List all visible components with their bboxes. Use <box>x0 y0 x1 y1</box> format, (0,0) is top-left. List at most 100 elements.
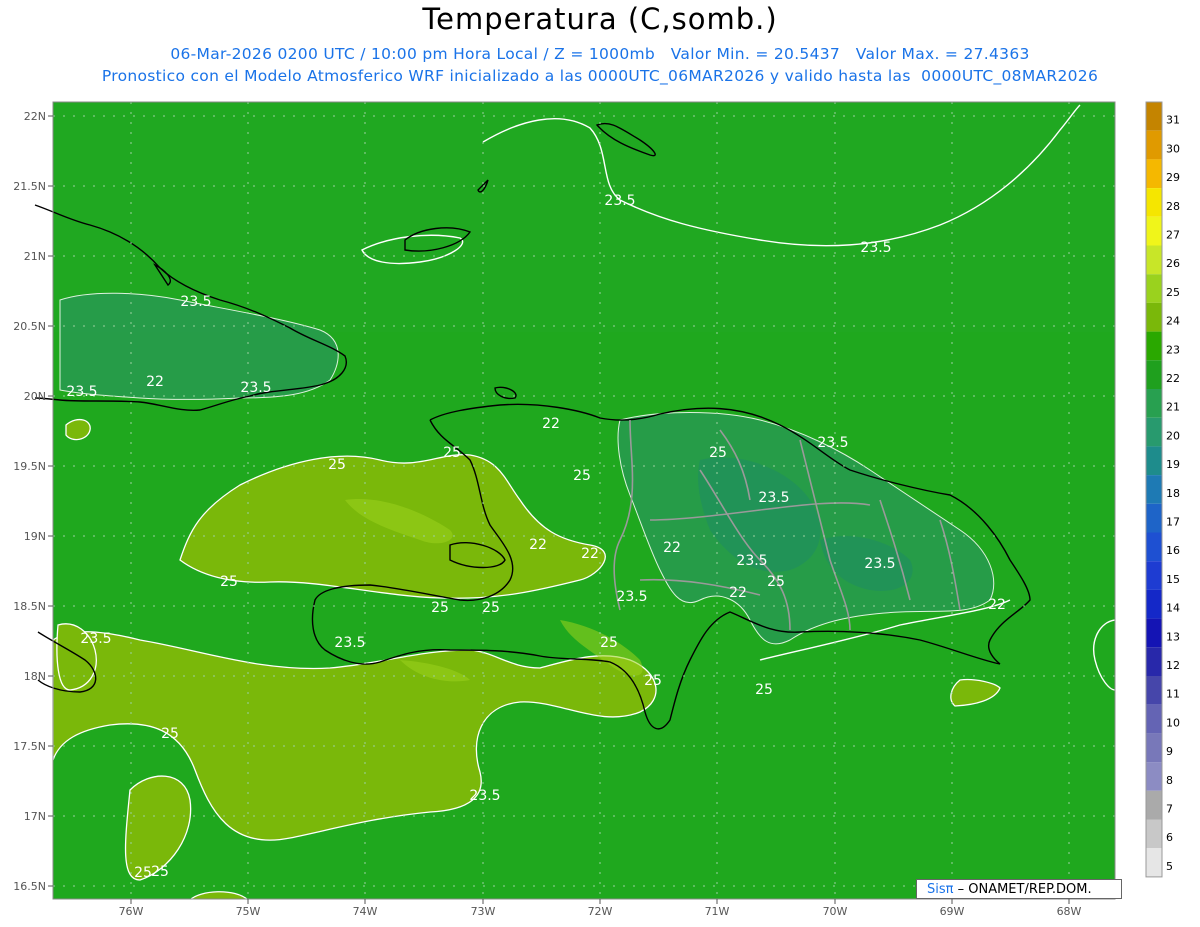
colorbar-swatch <box>1146 389 1162 418</box>
contour-label: 23.5 <box>860 240 891 256</box>
colorbar-swatch <box>1146 532 1162 562</box>
lon-tick-label: 69W <box>940 905 965 918</box>
contour-label: 25 <box>709 445 727 461</box>
contour-label: 25 <box>431 600 449 616</box>
lat-tick-label: 19N <box>24 530 46 543</box>
colorbar-label: 6 <box>1166 831 1173 844</box>
contour-label: 22 <box>146 374 164 390</box>
colorbar-swatch <box>1146 561 1162 590</box>
contour-label: 25 <box>134 865 152 881</box>
contour-label: 22 <box>663 540 681 556</box>
contour-label: 23.5 <box>334 635 365 651</box>
contour-label: 25 <box>220 574 238 590</box>
colorbar-label: 24 <box>1166 315 1180 328</box>
contour-label: 22 <box>581 546 599 562</box>
colorbar-label: 23 <box>1166 343 1180 356</box>
colorbar-swatch <box>1146 733 1162 763</box>
colorbar-label: 28 <box>1166 200 1180 213</box>
lon-tick-label: 68W <box>1057 905 1082 918</box>
colorbar-label: 20 <box>1166 429 1180 442</box>
lon-tick-label: 76W <box>119 905 144 918</box>
contour-label: 23.5 <box>80 631 111 647</box>
contour-label: 22 <box>988 597 1006 613</box>
latitude-axis: 22N 21.5N 21N 20.5N 20N 19.5N 19N 18.5N 18N 17.5N… <box>13 110 53 893</box>
contour-label: 25 <box>644 673 662 689</box>
colorbar-swatch <box>1146 216 1162 246</box>
colorbar-label: 12 <box>1166 659 1180 672</box>
colorbar-label: 19 <box>1166 458 1180 471</box>
colorbar-swatch <box>1146 790 1162 820</box>
lat-tick-label: 17.5N <box>13 740 46 753</box>
temperature-map: 23.523.523.52223.5 23.52223.52525252523.5… <box>13 101 1180 918</box>
contour-label: 25 <box>328 457 346 473</box>
lat-tick-label: 22N <box>24 110 46 123</box>
contour-label: 23.5 <box>864 556 895 572</box>
colorbar-swatch <box>1146 647 1162 676</box>
contour-label: 22 <box>542 416 560 432</box>
colorbar-swatch <box>1146 848 1162 877</box>
lat-tick-label: 18.5N <box>13 600 46 613</box>
colorbar-swatch <box>1146 130 1162 160</box>
colorbar-label: 21 <box>1166 401 1180 414</box>
colorbar-swatch <box>1146 188 1162 217</box>
colorbar-swatch <box>1146 417 1162 447</box>
contour-label: 25 <box>755 682 773 698</box>
credit-box: Sisπ – ONAMET/REP.DOM. <box>916 879 1122 899</box>
contour-label: 23.5 <box>469 788 500 804</box>
lat-tick-label: 21N <box>24 250 46 263</box>
colorbar-label: 18 <box>1166 487 1180 500</box>
colorbar-label: 30 <box>1166 142 1180 155</box>
contour-label: 25 <box>482 600 500 616</box>
colorbar-legend: 31 30 29 28 27 26 25 24 23 22 21 20 19 18 17 16 15 14 13 12… <box>1145 101 1180 878</box>
contour-label: 25 <box>600 635 618 651</box>
lat-tick-label: 16.5N <box>13 880 46 893</box>
contour-label: 23.5 <box>180 294 211 310</box>
colorbar-swatch <box>1146 245 1162 275</box>
colorbar-swatch <box>1146 302 1162 332</box>
colorbar-swatch <box>1146 819 1162 849</box>
colorbar-swatch <box>1146 618 1162 648</box>
colorbar-label: 8 <box>1166 774 1173 787</box>
contour-label: 23.5 <box>66 384 97 400</box>
credit-org: ONAMET/REP.DOM. <box>968 882 1092 897</box>
colorbar-label: 27 <box>1166 229 1180 242</box>
colorbar-label: 29 <box>1166 171 1180 184</box>
colorbar-swatch <box>1146 475 1162 504</box>
contour-label: 23.5 <box>240 380 271 396</box>
lat-tick-label: 20N <box>24 390 46 403</box>
contour-label: 25 <box>573 468 591 484</box>
contour-label: 22 <box>729 585 747 601</box>
colorbar-swatch <box>1146 159 1162 189</box>
colorbar-label: 7 <box>1166 803 1173 816</box>
colorbar-label: 22 <box>1166 372 1180 385</box>
contour-label: 25 <box>443 445 461 461</box>
colorbar-label: 26 <box>1166 257 1180 270</box>
lat-tick-label: 21.5N <box>13 180 46 193</box>
colorbar-label: 31 <box>1166 114 1180 127</box>
colorbar-label: 9 <box>1166 745 1173 758</box>
contour-label: 25 <box>161 726 179 742</box>
colorbar-swatch <box>1146 704 1162 734</box>
colorbar-swatch <box>1146 589 1162 619</box>
contour-label: 23.5 <box>758 490 789 506</box>
colorbar-label: 16 <box>1166 544 1180 557</box>
colorbar-swatch <box>1146 274 1162 303</box>
colorbar-label: 10 <box>1166 716 1180 729</box>
colorbar-label: 17 <box>1166 516 1180 529</box>
lon-tick-label: 73W <box>471 905 496 918</box>
contour-label: 23.5 <box>604 193 635 209</box>
contour-label: 25 <box>151 864 169 880</box>
colorbar-label: 15 <box>1166 573 1180 586</box>
colorbar-swatch <box>1146 360 1162 389</box>
colorbar-label: 25 <box>1166 286 1180 299</box>
longitude-axis: 76W 75W 74W 73W 72W 71W 70W 69W 68W <box>119 899 1082 918</box>
colorbar-label: 14 <box>1166 602 1180 615</box>
colorbar-label: 5 <box>1166 860 1173 873</box>
lon-tick-label: 72W <box>588 905 613 918</box>
colorbar-swatch <box>1146 446 1162 476</box>
lon-tick-label: 71W <box>705 905 730 918</box>
lon-tick-label: 70W <box>823 905 848 918</box>
contour-label: 23.5 <box>616 589 647 605</box>
warm-zone-cuba-patch <box>65 418 91 441</box>
credit-brand: Sis <box>927 882 946 897</box>
